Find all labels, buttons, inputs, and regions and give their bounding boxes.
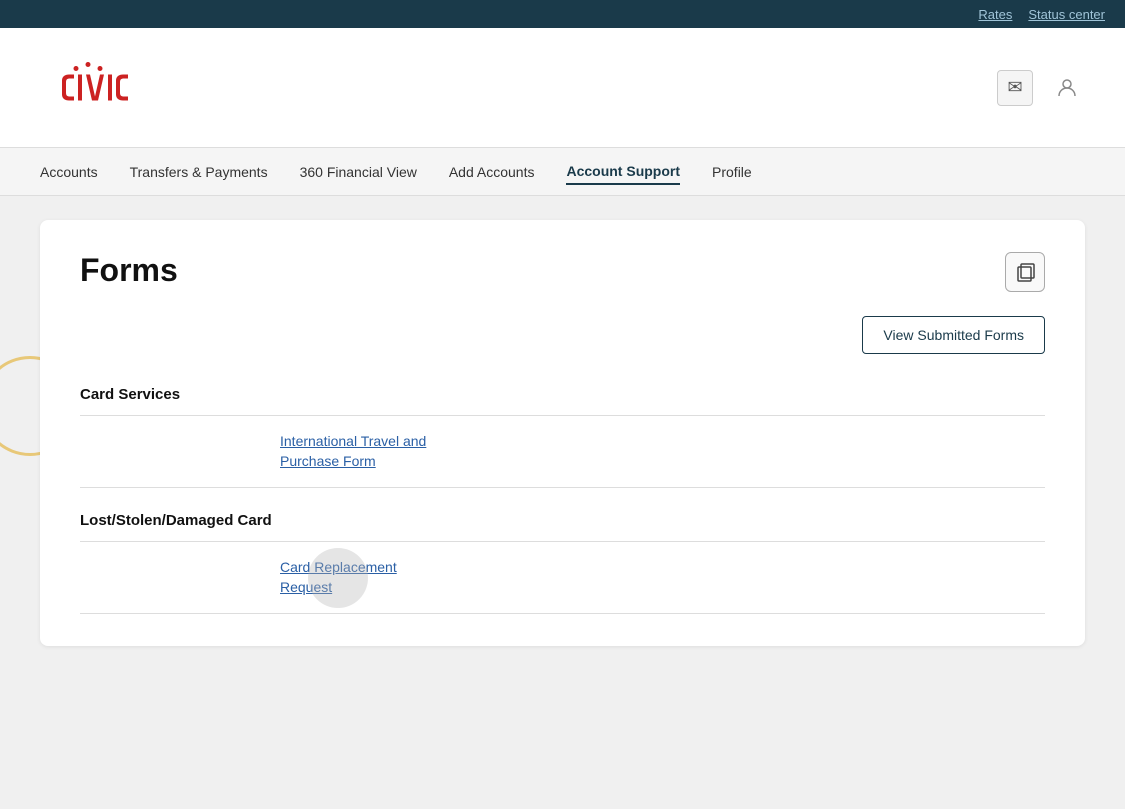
forms-card: Forms View Submitted Forms Card Services…: [40, 220, 1085, 646]
status-center-link[interactable]: Status center: [1028, 7, 1105, 22]
nav-item-profile[interactable]: Profile: [712, 160, 752, 184]
view-submitted-forms-button[interactable]: View Submitted Forms: [862, 316, 1045, 354]
nav-item-add-accounts[interactable]: Add Accounts: [449, 160, 535, 184]
intl-travel-link[interactable]: International Travel andPurchase Form: [280, 432, 426, 471]
nav-item-accounts[interactable]: Accounts: [40, 160, 98, 184]
header-icons: ✉: [997, 70, 1085, 106]
card-services-label: Card Services: [80, 386, 1045, 416]
mail-icon: ✉: [1007, 77, 1022, 98]
rates-link[interactable]: Rates: [978, 7, 1012, 22]
nav-item-financial-view[interactable]: 360 Financial View: [300, 160, 417, 184]
forms-title: Forms: [80, 252, 178, 289]
main-nav: Accounts Transfers & Payments 360 Financ…: [0, 148, 1125, 196]
card-services-section: Card Services International Travel andPu…: [80, 386, 1045, 488]
top-bar: Rates Status center: [0, 0, 1125, 28]
logo-container: [40, 58, 160, 118]
user-icon-btn[interactable]: [1049, 70, 1085, 106]
copy-icon-button[interactable]: [1005, 252, 1045, 292]
forms-header: Forms: [80, 252, 1045, 292]
intl-travel-row: International Travel andPurchase Form: [80, 416, 1045, 488]
click-ripple: [308, 548, 368, 608]
card-replacement-row: Card ReplacementRequest: [80, 542, 1045, 614]
copy-icon: [1014, 261, 1036, 283]
lost-stolen-label: Lost/Stolen/Damaged Card: [80, 512, 1045, 542]
header: ✉: [0, 28, 1125, 148]
nav-item-account-support[interactable]: Account Support: [566, 159, 680, 185]
main-content: Forms View Submitted Forms Card Services…: [0, 196, 1125, 670]
lost-stolen-section: Lost/Stolen/Damaged Card Card Replacemen…: [80, 512, 1045, 614]
nav-item-transfers[interactable]: Transfers & Payments: [130, 160, 268, 184]
user-icon: [1055, 76, 1079, 100]
civic-logo: [40, 58, 160, 118]
card-replacement-link[interactable]: Card ReplacementRequest: [280, 559, 397, 595]
mail-icon-btn[interactable]: ✉: [997, 70, 1033, 106]
ripple-container: Card ReplacementRequest: [280, 558, 397, 597]
